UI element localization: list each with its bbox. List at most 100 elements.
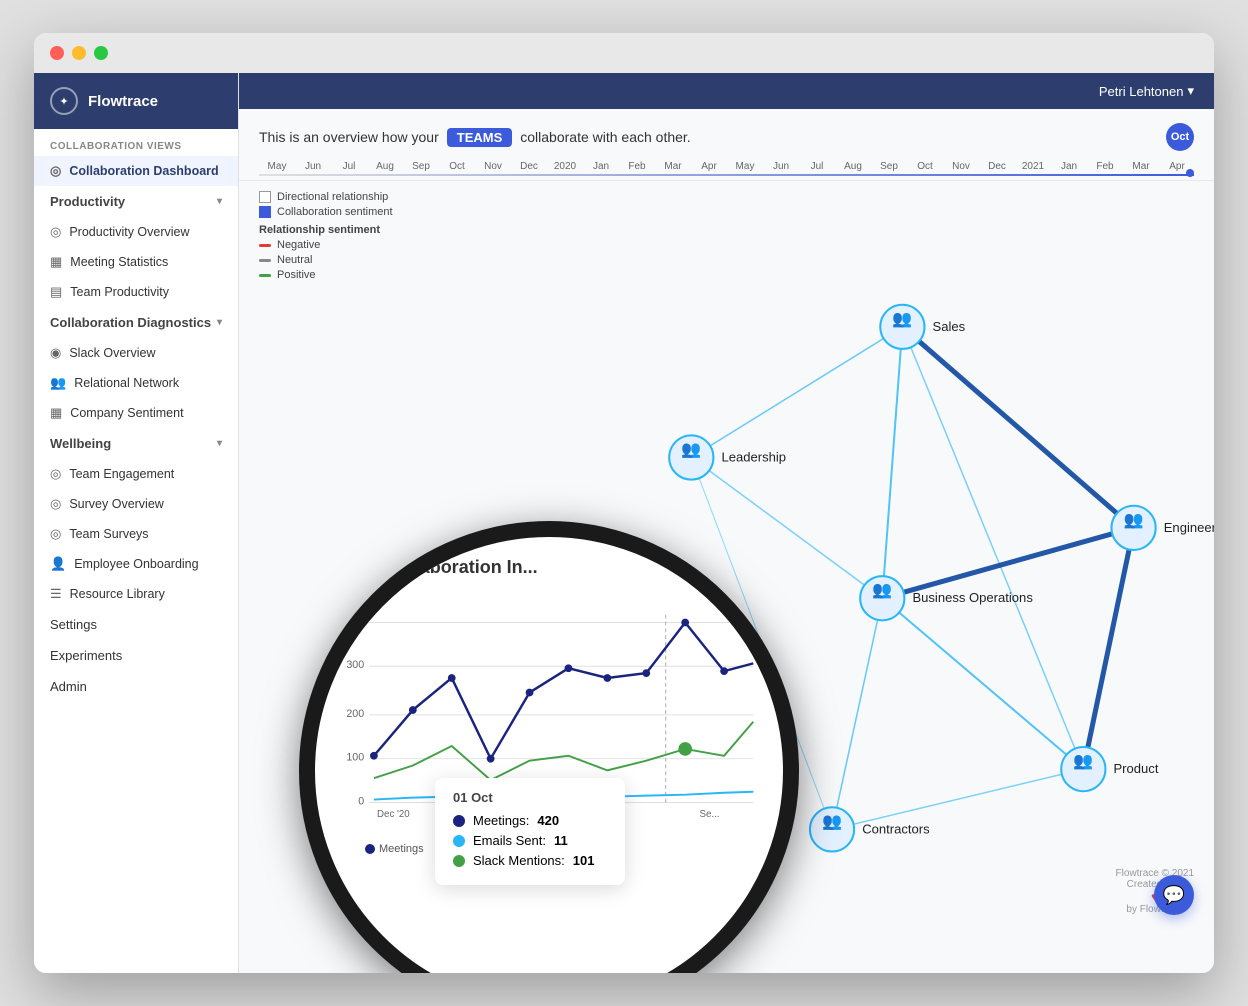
y-label-0: 0	[358, 795, 364, 807]
app-window: ✦ Flowtrace COLLABORATION VIEWS ◎ Collab…	[34, 33, 1214, 973]
relational-network-label: Relational Network	[74, 376, 179, 390]
team-surveys-icon: ◎	[50, 526, 61, 542]
sidebar-item-resource-library[interactable]: ☰ Resource Library	[34, 579, 238, 609]
collaboration-checkbox[interactable]	[259, 206, 271, 218]
meetings-dot-6	[565, 664, 573, 672]
tooltip-slack-row: Slack Mentions: 101	[453, 853, 607, 868]
collaboration-label: Collaboration sentiment	[277, 206, 393, 218]
node-leadership-icon: 👥	[681, 440, 701, 458]
node-contractors-label: Contractors	[862, 821, 930, 836]
sidebar-item-team-productivity[interactable]: ▤ Team Productivity	[34, 277, 238, 307]
meeting-statistics-icon: ▦	[50, 254, 62, 270]
content-area: This is an overview how your TEAMS colla…	[239, 109, 1214, 973]
timeline-month: Jan	[583, 161, 619, 172]
resource-library-label: Resource Library	[70, 587, 165, 601]
timeline-month: Jul	[331, 161, 367, 172]
meetings-dot-1	[370, 752, 378, 760]
slack-highlight-dot	[678, 742, 692, 756]
timeline-month: Jul	[799, 161, 835, 172]
collab-diagnostics-group-header[interactable]: Collaboration Diagnostics ▾	[34, 307, 238, 338]
survey-overview-label: Survey Overview	[69, 497, 163, 511]
y-label-300: 300	[346, 659, 364, 671]
productivity-overview-icon: ◎	[50, 224, 61, 240]
legend-meetings: Meetings	[365, 843, 424, 855]
logo-icon: ✦	[50, 87, 78, 115]
close-button[interactable]	[50, 46, 64, 60]
admin-label: Admin	[50, 679, 87, 694]
edge-product-contractors	[832, 769, 1083, 829]
user-menu[interactable]: Petri Lehtonen ▾	[1099, 83, 1194, 99]
collab-diagnostics-label: Collaboration Diagnostics	[50, 315, 211, 330]
sidebar-item-company-sentiment[interactable]: ▦ Company Sentiment	[34, 398, 238, 428]
titlebar	[34, 33, 1214, 73]
traffic-lights	[50, 46, 108, 60]
timeline-month: 2020	[547, 161, 583, 172]
timeline-month: Mar	[655, 161, 691, 172]
meetings-line	[374, 623, 753, 759]
resource-library-icon: ☰	[50, 586, 62, 602]
sidebar-item-survey-overview[interactable]: ◎ Survey Overview	[34, 489, 238, 519]
timeline-month: May	[727, 161, 763, 172]
sidebar-item-collab-dashboard[interactable]: ◎ Collaboration Dashboard	[34, 156, 238, 186]
timeline-month: Dec	[511, 161, 547, 172]
node-leadership-label: Leadership	[721, 450, 786, 465]
sidebar-item-settings[interactable]: Settings	[34, 609, 238, 640]
chat-icon: 💬	[1163, 885, 1185, 906]
wellbeing-group-header[interactable]: Wellbeing ▾	[34, 428, 238, 459]
oct-badge: Oct	[1166, 123, 1194, 151]
chat-button[interactable]: 💬	[1154, 875, 1194, 915]
magnifier: Team Collaboration In... 400 300 200 100…	[299, 521, 799, 973]
directional-label: Directional relationship	[277, 191, 388, 203]
tooltip-meetings-dot	[453, 815, 465, 827]
sidebar-item-slack-overview[interactable]: ◉ Slack Overview	[34, 338, 238, 368]
sidebar-item-admin[interactable]: Admin	[34, 671, 238, 702]
timeline-month: Nov	[475, 161, 511, 172]
productivity-group-header[interactable]: Productivity ▾	[34, 186, 238, 217]
legend-neutral-row: Neutral	[259, 254, 393, 266]
tooltip-emails-value: 11	[554, 833, 568, 848]
meeting-statistics-label: Meeting Statistics	[70, 255, 168, 269]
sidebar-item-experiments[interactable]: Experiments	[34, 640, 238, 671]
chart-inside: Team Collaboration In... 400 300 200 100…	[315, 537, 783, 973]
sidebar-item-team-engagement[interactable]: ◎ Team Engagement	[34, 459, 238, 489]
sidebar-item-employee-onboarding[interactable]: 👤 Employee Onboarding	[34, 549, 238, 579]
edge-sales-leadership	[691, 327, 902, 458]
minimize-button[interactable]	[72, 46, 86, 60]
employee-onboarding-icon: 👤	[50, 556, 66, 572]
settings-label: Settings	[50, 617, 97, 632]
tooltip-emails-row: Emails Sent: 11	[453, 833, 607, 848]
graph-container: Directional relationship Collaboration s…	[239, 181, 1214, 935]
overview-text-after: collaborate with each other.	[520, 129, 690, 145]
timeline-month: Oct	[907, 161, 943, 172]
slack-overview-icon: ◉	[50, 345, 61, 361]
legend-collaboration-row: Collaboration sentiment	[259, 206, 393, 218]
user-menu-chevron: ▾	[1187, 83, 1194, 99]
edge-businessops-product	[882, 598, 1083, 769]
company-sentiment-icon: ▦	[50, 405, 62, 421]
directional-checkbox[interactable]	[259, 191, 271, 203]
company-sentiment-label: Company Sentiment	[70, 406, 183, 420]
meetings-dot-4	[487, 755, 495, 763]
node-sales-label: Sales	[933, 319, 966, 334]
edge-sales-businessops	[882, 327, 902, 598]
experiments-label: Experiments	[50, 648, 122, 663]
negative-label: Negative	[277, 239, 320, 251]
legend-meetings-dot	[365, 844, 375, 854]
user-name-text: Petri Lehtonen	[1099, 84, 1184, 99]
maximize-button[interactable]	[94, 46, 108, 60]
y-label-200: 200	[346, 708, 364, 720]
sidebar-item-meeting-statistics[interactable]: ▦ Meeting Statistics	[34, 247, 238, 277]
edge-engineering-businessops-thick	[882, 528, 1133, 598]
node-product-icon: 👥	[1073, 752, 1093, 770]
slack-overview-label: Slack Overview	[69, 346, 155, 360]
node-sales-icon: 👥	[892, 310, 912, 328]
overview-text-before: This is an overview how your	[259, 129, 439, 145]
brand-name: Flowtrace	[88, 93, 158, 110]
x-label-dec20: Dec '20	[377, 809, 410, 820]
meetings-dot-8	[642, 669, 650, 677]
app-body: ✦ Flowtrace COLLABORATION VIEWS ◎ Collab…	[34, 73, 1214, 973]
node-business-ops-label: Business Operations	[912, 590, 1033, 605]
sidebar-item-productivity-overview[interactable]: ◎ Productivity Overview	[34, 217, 238, 247]
sidebar-item-relational-network[interactable]: 👥 Relational Network	[34, 368, 238, 398]
sidebar-item-team-surveys[interactable]: ◎ Team Surveys	[34, 519, 238, 549]
